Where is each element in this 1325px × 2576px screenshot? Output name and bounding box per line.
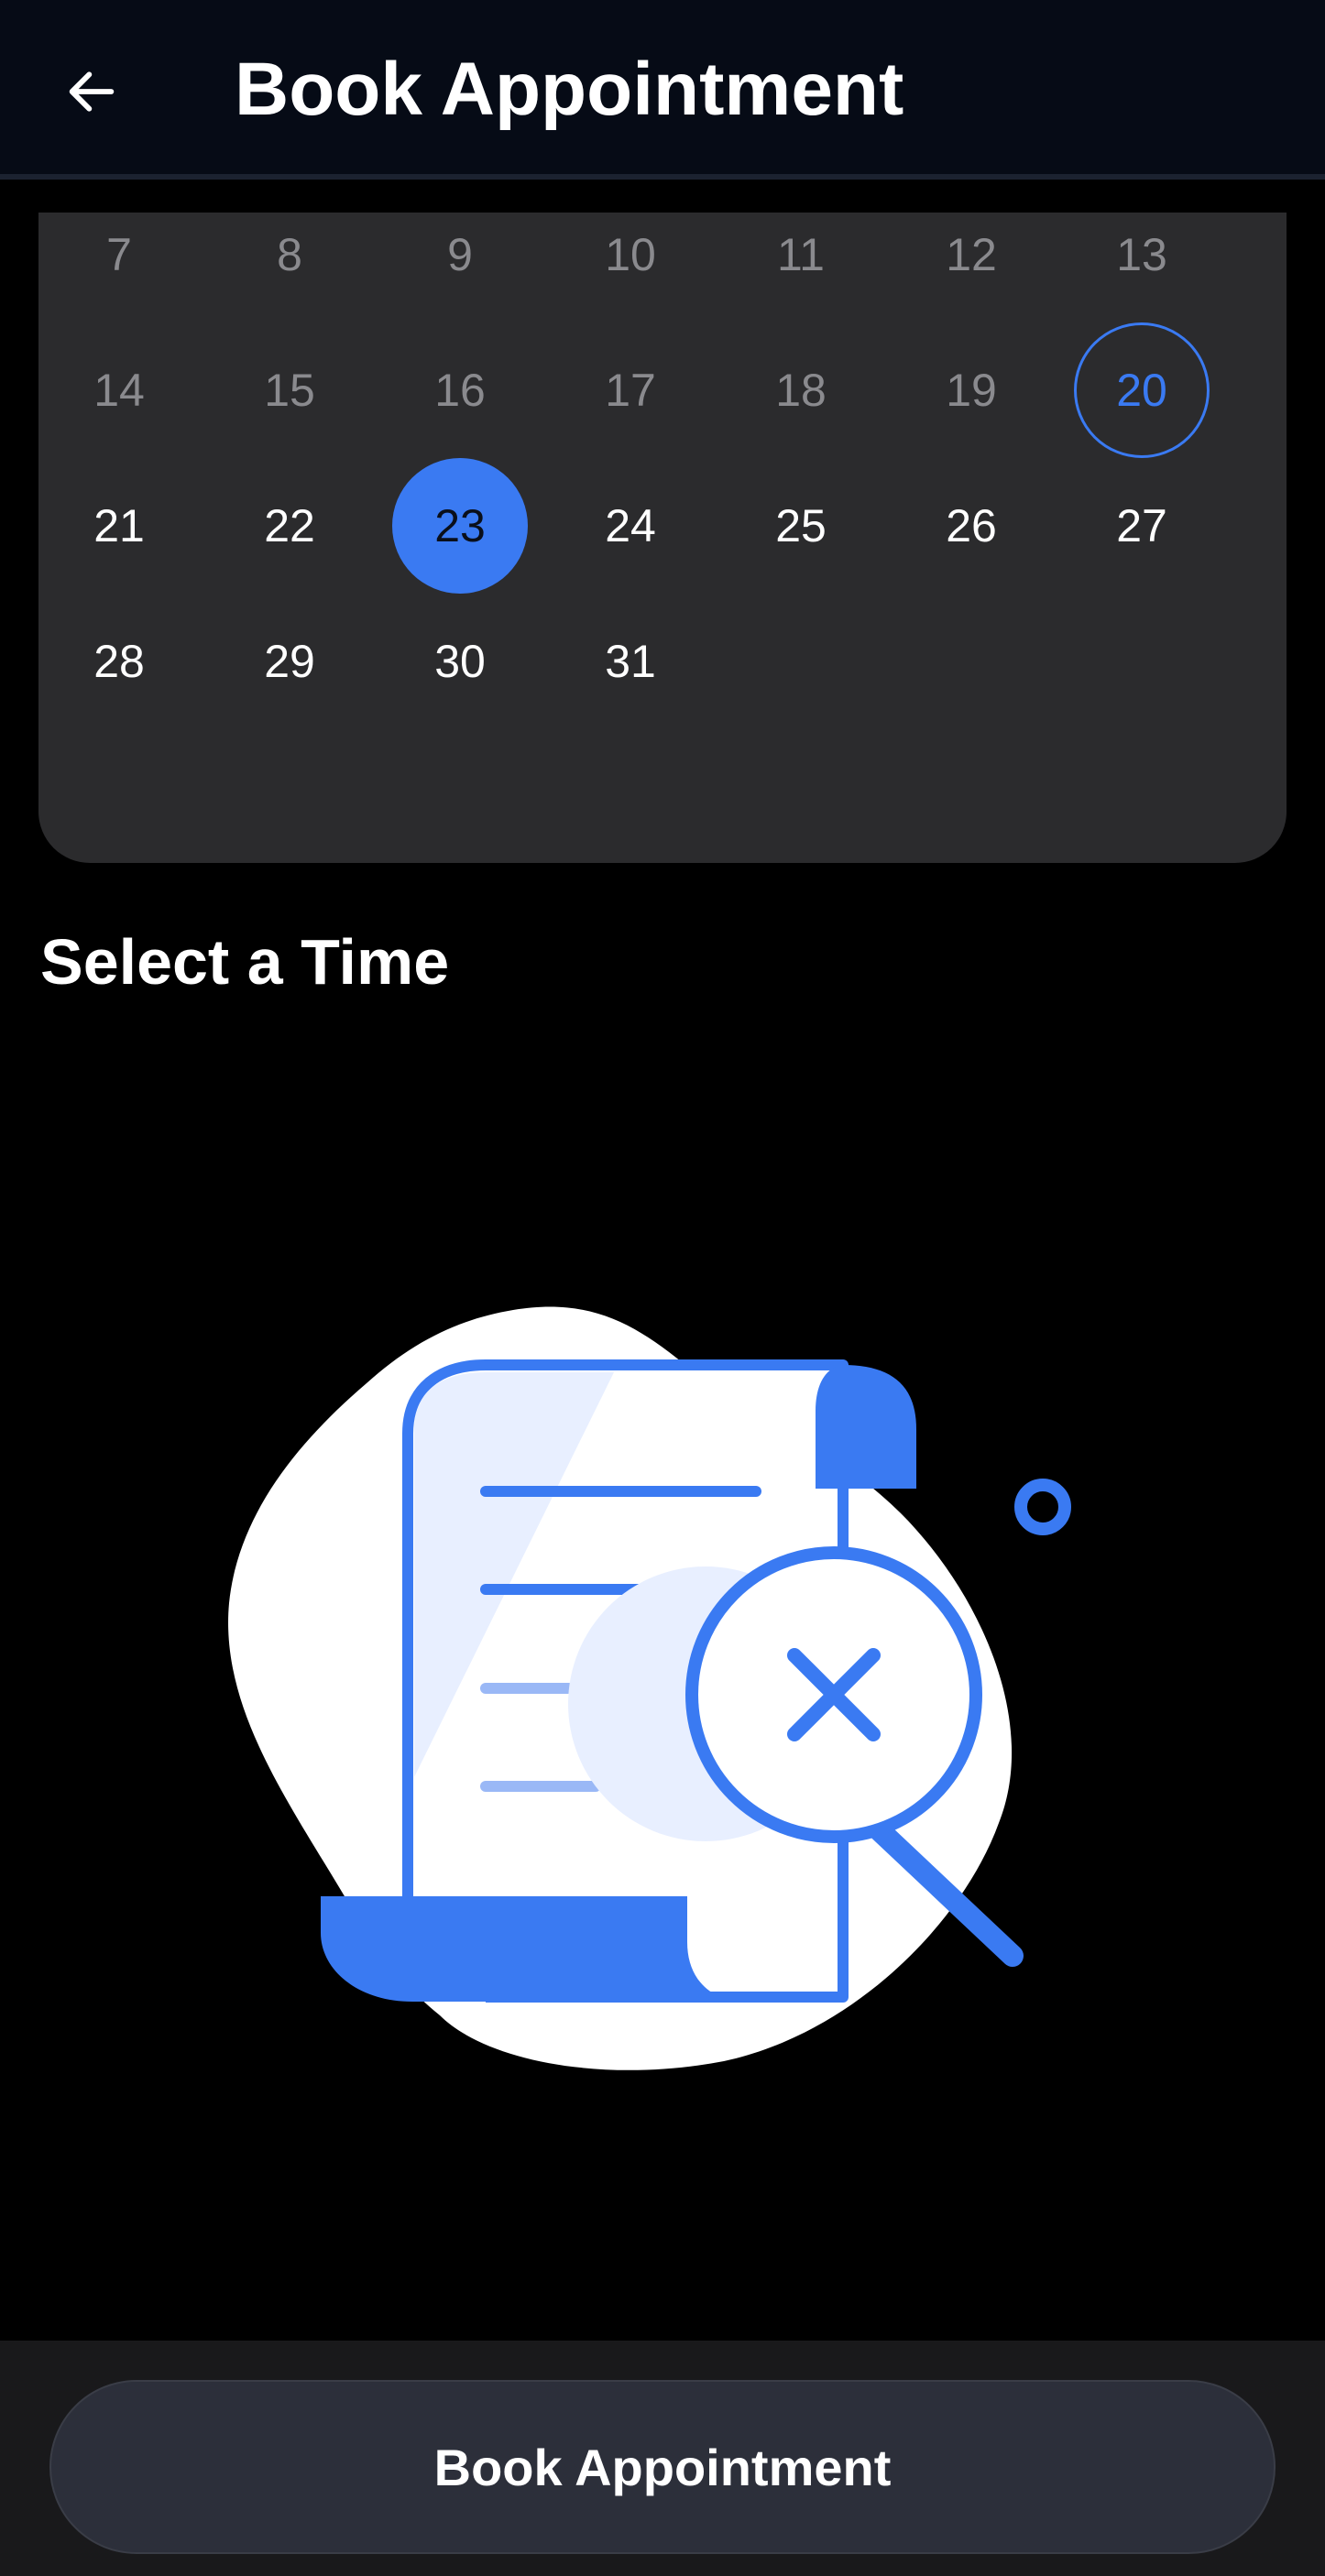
calendar-day-13: 13 (1116, 229, 1167, 280)
calendar-day-20[interactable]: 20 (1074, 322, 1210, 458)
calendar-day-7: 7 (106, 229, 132, 280)
select-time-heading: Select a Time (40, 926, 450, 998)
calendar-day-9: 9 (447, 229, 473, 280)
arrow-left-icon (69, 71, 115, 112)
calendar-day-18: 18 (775, 365, 827, 416)
document-search-no-results-icon (228, 1306, 1071, 2070)
book-appointment-button[interactable]: Book Appointment (49, 2380, 1276, 2554)
calendar-day-23[interactable]: 23 (392, 458, 528, 594)
calendar-day-30[interactable]: 30 (392, 594, 528, 729)
calendar-day-12: 12 (946, 229, 997, 280)
back-button[interactable] (53, 53, 130, 130)
calendar-day-27[interactable]: 27 (1074, 458, 1210, 594)
calendar-day-26[interactable]: 26 (903, 458, 1039, 594)
calendar-day-11: 11 (777, 229, 825, 280)
calendar-day-14: 14 (93, 365, 145, 416)
calendar-day-28[interactable]: 28 (51, 594, 187, 729)
calendar-day-29[interactable]: 29 (222, 594, 357, 729)
calendar-day-15: 15 (264, 365, 315, 416)
app-bar: Book Appointment (0, 0, 1325, 180)
calendar-card: 7 8 9 10 11 12 13 14 15 16 17 18 19 20 21 22 23 24 25 26 27 2… (38, 213, 1287, 863)
calendar-day-19: 19 (946, 365, 997, 416)
calendar-day-10: 10 (605, 229, 656, 280)
calendar-day-8: 8 (277, 229, 302, 280)
book-appointment-screen: Book Appointment 7 8 9 10 11 12 13 14 15 16 17 18 19… (0, 0, 1325, 2576)
calendar-day-17: 17 (605, 365, 656, 416)
calendar-day-24[interactable]: 24 (563, 458, 698, 594)
calendar-day-21[interactable]: 21 (51, 458, 187, 594)
calendar-day-16: 16 (434, 365, 486, 416)
calendar-day-31[interactable]: 31 (563, 594, 698, 729)
page-title: Book Appointment (235, 48, 904, 131)
calendar-day-25[interactable]: 25 (733, 458, 869, 594)
calendar-day-22[interactable]: 22 (222, 458, 357, 594)
